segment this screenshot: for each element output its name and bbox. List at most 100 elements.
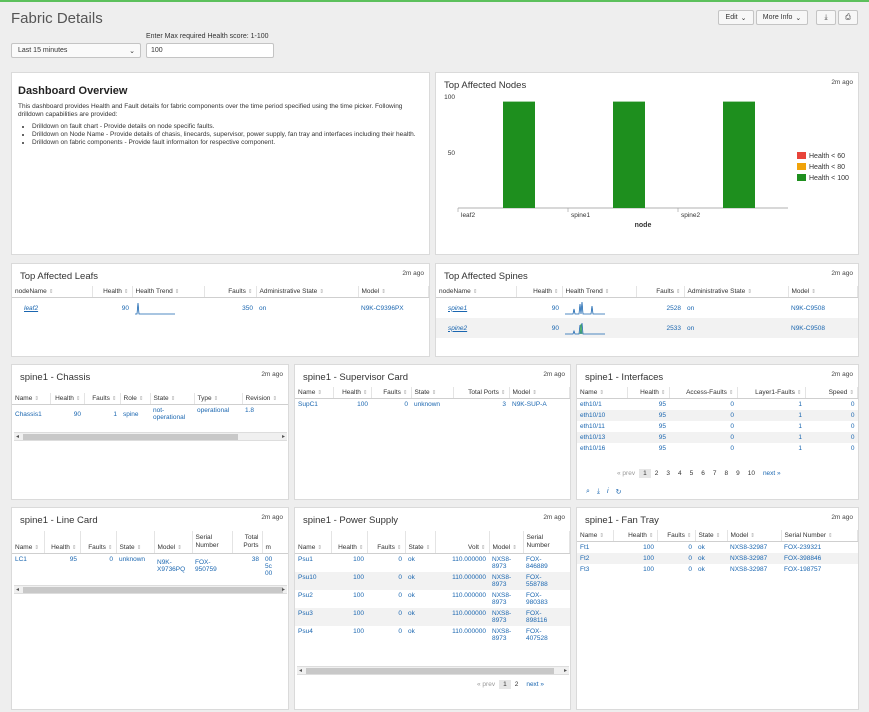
col-header[interactable]: Health Trend ⇕	[562, 286, 637, 298]
col-header[interactable]: Name ⇕	[577, 530, 614, 542]
prev-page-link[interactable]: « prev	[613, 469, 639, 478]
node-link[interactable]: leaf2	[12, 298, 92, 319]
page-link[interactable]: 10	[744, 469, 759, 478]
horizontal-scrollbar[interactable]: ◂ ▸	[297, 666, 569, 675]
prev-page-link[interactable]: « prev	[473, 680, 499, 689]
export-icon[interactable]: ⤓	[597, 488, 600, 496]
table-row[interactable]: Ft2 100 0 ok NXS8-32987 FOX-398846	[577, 553, 858, 564]
col-header[interactable]: Name ⇕	[12, 393, 51, 405]
page-link[interactable]: 2	[651, 469, 663, 478]
scroll-right-icon[interactable]: ▸	[282, 586, 285, 593]
col-header[interactable]: Health Trend ⇕	[132, 286, 205, 298]
scroll-right-icon[interactable]: ▸	[282, 433, 285, 440]
col-header[interactable]: Health ⇕	[44, 531, 81, 554]
scroll-left-icon[interactable]: ◂	[299, 667, 302, 674]
col-header[interactable]: State ⇕	[405, 531, 436, 554]
search-icon[interactable]: ⌕	[586, 488, 590, 496]
col-header[interactable]: Revision ⇕	[242, 393, 288, 405]
export-button[interactable]: ⤓	[816, 10, 836, 25]
bar-leaf2[interactable]	[503, 101, 535, 208]
page-link[interactable]: 3	[662, 469, 674, 478]
table-row[interactable]: Psu2 100 0 ok 110.000000 NXS8- 8973 FOX- 980383	[295, 590, 570, 608]
col-header[interactable]: Faults ⇕	[80, 531, 117, 554]
col-header[interactable]: Model ⇕	[509, 387, 570, 399]
page-link[interactable]: 1	[639, 469, 651, 478]
col-header[interactable]: Administrative State ⇕	[256, 286, 359, 298]
col-header[interactable]: Administrative State ⇕	[684, 286, 789, 298]
col-header[interactable]: State ⇕	[150, 393, 195, 405]
col-header[interactable]: Faults ⇕	[84, 393, 121, 405]
page-link[interactable]: 9	[732, 469, 744, 478]
node-link[interactable]: spine1	[436, 298, 516, 319]
col-header[interactable]: Health ⇕	[50, 393, 85, 405]
edit-button[interactable]: Edit ⌄	[718, 10, 754, 25]
col-header[interactable]: Name ⇕	[577, 387, 628, 399]
col-header[interactable]: State ⇕	[695, 530, 728, 542]
col-header[interactable]: Model ⇕	[727, 530, 782, 542]
scroll-left-icon[interactable]: ◂	[16, 586, 19, 593]
scroll-left-icon[interactable]: ◂	[16, 433, 19, 440]
page-link[interactable]: 8	[720, 469, 732, 478]
col-header[interactable]: Faults ⇕	[367, 531, 406, 554]
table-row[interactable]: eth10/1 95 0 1 0	[577, 399, 858, 411]
col-header[interactable]: Faults ⇕	[204, 286, 257, 298]
horizontal-scrollbar[interactable]: ◂ ▸	[14, 432, 287, 441]
health-input[interactable]: 100	[146, 43, 274, 58]
table-row[interactable]: eth10/11 95 0 1 0	[577, 421, 858, 432]
table-row[interactable]: Psu1 100 0 ok 110.000000 NXS8- 8973 FOX- 846889	[295, 553, 570, 572]
col-header[interactable]: Faults ⇕	[657, 530, 696, 542]
col-header[interactable]: Name ⇕	[295, 531, 332, 554]
next-page-link[interactable]: next »	[759, 469, 785, 478]
top-nodes-chart[interactable]: 100 50 leaf2 spine1 spine2 node Health < 60 Hea…	[436, 85, 860, 255]
table-row[interactable]: Psu3 100 0 ok 110.000000 NXS8- 8973 FOX- 898116	[295, 607, 570, 626]
col-header[interactable]: nodeName ⇕	[12, 286, 93, 298]
col-header[interactable]: Serial Number	[192, 531, 233, 554]
page-link[interactable]: 1	[499, 680, 511, 689]
col-header[interactable]: nodeName ⇕	[436, 286, 517, 298]
col-header[interactable]: State ⇕	[411, 387, 454, 399]
page-link[interactable]: 7	[709, 469, 721, 478]
col-header[interactable]: Total Ports	[232, 531, 263, 554]
page-link[interactable]: 5	[686, 469, 698, 478]
col-header[interactable]: Health ⇕	[627, 387, 670, 399]
col-header[interactable]: Model ⇕	[154, 531, 193, 554]
col-header[interactable]: Total Ports ⇕	[453, 387, 510, 399]
table-row[interactable]: LC1 95 0 unknown N9K- X9736PQ FOX- 950759 …	[12, 553, 288, 579]
col-header[interactable]: Access-Faults ⇕	[669, 387, 738, 399]
table-row[interactable]: Psu10 100 0 ok 110.000000 NXS8- 8973 FOX- 558788	[295, 571, 570, 590]
col-header[interactable]: Name ⇕	[12, 531, 45, 554]
col-header[interactable]: State ⇕	[116, 531, 155, 554]
col-header[interactable]: Model ⇕	[489, 531, 524, 554]
refresh-icon[interactable]: ↻	[616, 488, 622, 496]
table-row[interactable]: SupC1 100 0 unknown 3 N9K-SUP-A	[295, 399, 570, 411]
col-header[interactable]: Speed ⇕	[805, 387, 858, 399]
col-header[interactable]: Serial Number	[523, 531, 570, 554]
page-link[interactable]: 4	[674, 469, 686, 478]
col-header[interactable]: Health ⇕	[333, 387, 372, 399]
table-row[interactable]: spine1 90 2528 on N9K-C9508	[436, 298, 858, 319]
table-row[interactable]: Ft3 100 0 ok NXS8-32987 FOX-198757	[577, 564, 858, 575]
table-row[interactable]: eth10/10 95 0 1 0	[577, 410, 858, 421]
col-header[interactable]: Role ⇕	[120, 393, 151, 405]
col-header[interactable]: Model ⇕	[358, 286, 429, 298]
next-page-link[interactable]: next »	[522, 680, 548, 689]
table-row[interactable]: Ft1 100 0 ok NXS8-32987 FOX-239321	[577, 542, 858, 554]
col-header[interactable]: Layer1-Faults ⇕	[737, 387, 806, 399]
col-header[interactable]: Faults ⇕	[371, 387, 412, 399]
scroll-right-icon[interactable]: ▸	[564, 667, 567, 674]
col-header[interactable]: Faults ⇕	[636, 286, 685, 298]
col-header[interactable]: Type ⇕	[194, 393, 243, 405]
table-row[interactable]: spine2 90 2533 on N9K-C9508	[436, 318, 858, 338]
col-header[interactable]: Health ⇕	[613, 530, 658, 542]
bar-spine2[interactable]	[723, 101, 755, 208]
col-header[interactable]: Volt ⇕	[435, 531, 490, 554]
horizontal-scrollbar[interactable]: ◂ ▸	[14, 585, 287, 594]
page-link[interactable]: 2	[511, 680, 523, 689]
table-row[interactable]: leaf2 90 350 on N9K-C9396PX	[12, 298, 429, 319]
table-row[interactable]: eth10/16 95 0 1 0	[577, 443, 858, 454]
node-link[interactable]: spine2	[436, 318, 516, 338]
page-link[interactable]: 6	[697, 469, 709, 478]
table-row[interactable]: eth10/13 95 0 1 0	[577, 432, 858, 443]
col-header[interactable]: Serial Number ⇕	[781, 530, 858, 542]
col-header[interactable]: Model ⇕	[788, 286, 858, 298]
